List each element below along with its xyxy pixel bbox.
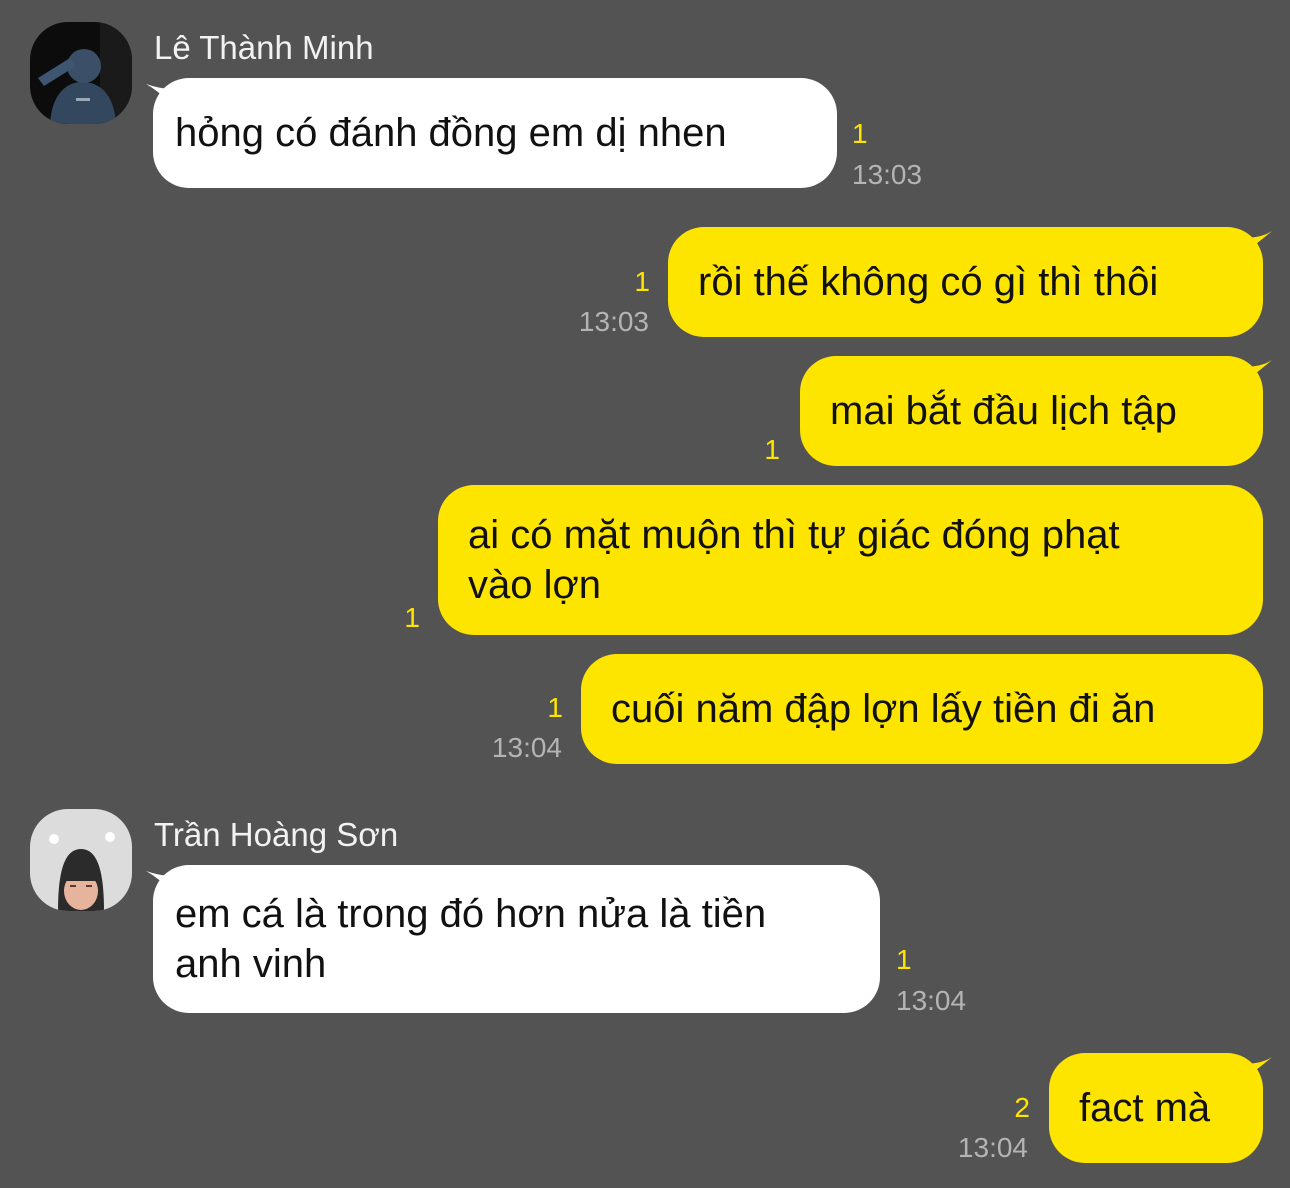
message-text: vào lợn [468, 563, 601, 607]
message-text: em cá là trong đó hơn nửa là tiền [175, 892, 767, 936]
message-time: 13:04 [957, 1132, 1028, 1163]
message-text: mai bắt đầu lịch tập [830, 389, 1177, 433]
unread-count: 1 [547, 692, 563, 723]
message-time: 13:03 [852, 159, 923, 190]
profile-photo-icon [30, 22, 132, 124]
message-text: rồi thế không có gì thì thôi [698, 260, 1159, 304]
unread-count: 1 [896, 944, 912, 975]
message-text: cuối năm đập lợn lấy tiền đi ăn [611, 687, 1156, 731]
avatar-le-thanh-minh[interactable] [30, 22, 132, 124]
message-bubble[interactable]: fact mà [1049, 1053, 1263, 1163]
message-text: fact mà [1079, 1086, 1211, 1130]
unread-count: 1 [634, 266, 650, 297]
message-bubble[interactable]: ai có mặt muộn thì tự giác đóng phạt vào… [438, 485, 1263, 635]
unread-count: 2 [1014, 1092, 1030, 1123]
message-bubble[interactable]: em cá là trong đó hơn nửa là tiền anh vi… [153, 865, 880, 1013]
message-text: hỏng có đánh đồng em dị nhen [175, 111, 727, 155]
message-bubble[interactable]: cuối năm đập lợn lấy tiền đi ăn [581, 654, 1263, 764]
profile-photo-icon [30, 809, 132, 911]
message-text: anh vinh [175, 942, 327, 986]
message-bubble[interactable]: mai bắt đầu lịch tập [800, 356, 1263, 466]
unread-count: 1 [404, 602, 420, 633]
sender-name: Lê Thành Minh [154, 29, 374, 66]
message-text: ai có mặt muộn thì tự giác đóng phạt [468, 513, 1120, 557]
chat-room: Lê Thành Minh hỏng có đánh đồng em dị nh… [0, 0, 1290, 1188]
message-time: 13:04 [896, 985, 967, 1016]
message-time: 13:03 [578, 306, 649, 337]
avatar-tran-hoang-son[interactable] [30, 809, 132, 911]
sender-name: Trần Hoàng Sơn [154, 816, 399, 853]
unread-count: 1 [852, 118, 868, 149]
unread-count: 1 [764, 434, 780, 465]
message-bubble[interactable]: hỏng có đánh đồng em dị nhen [153, 78, 837, 188]
message-time: 13:04 [491, 732, 562, 763]
message-bubble[interactable]: rồi thế không có gì thì thôi [668, 227, 1263, 337]
